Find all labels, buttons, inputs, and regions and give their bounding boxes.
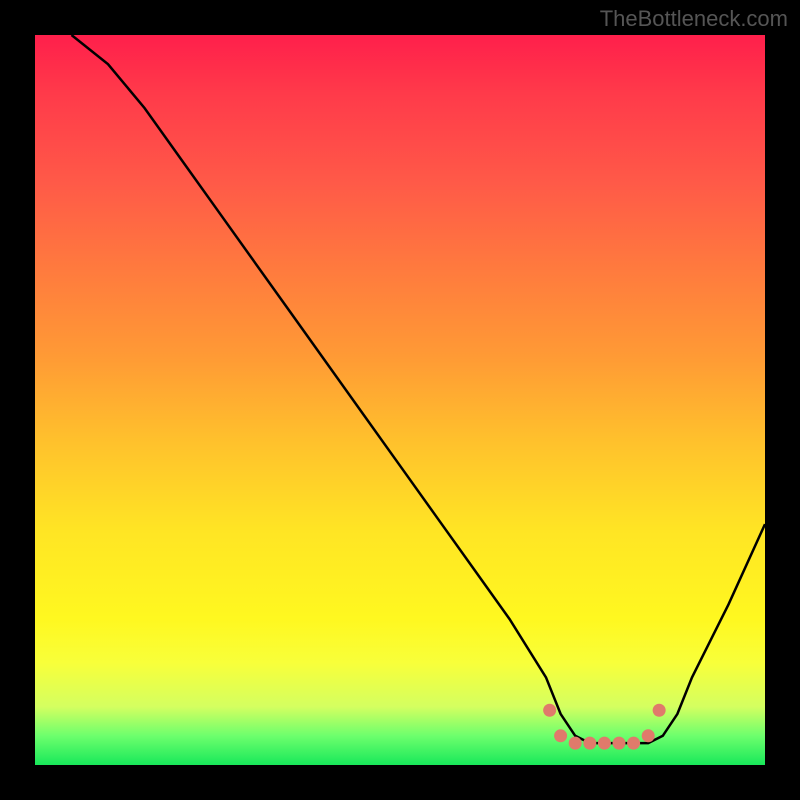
chart-svg — [35, 35, 765, 765]
curve-marker — [653, 704, 666, 717]
curve-marker — [543, 704, 556, 717]
curve-marker — [583, 737, 596, 750]
curve-marker — [598, 737, 611, 750]
curve-marker — [627, 737, 640, 750]
curve-marker — [613, 737, 626, 750]
bottleneck-curve — [72, 35, 766, 743]
watermark-text: TheBottleneck.com — [600, 6, 788, 32]
curve-marker — [642, 729, 655, 742]
chart-plot-area — [35, 35, 765, 765]
curve-marker — [554, 729, 567, 742]
curve-marker — [569, 737, 582, 750]
